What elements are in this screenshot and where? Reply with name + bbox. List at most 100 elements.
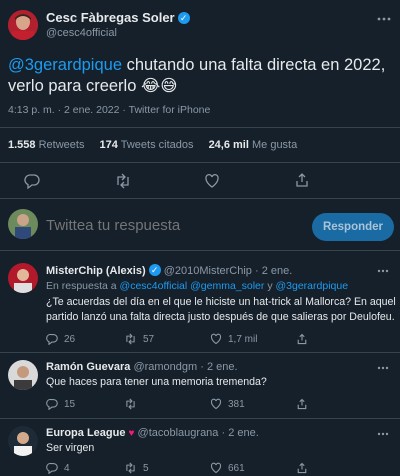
reply-reply-action[interactable]: 15 bbox=[46, 398, 124, 410]
reply-retweet-action[interactable]: 57 bbox=[124, 333, 210, 345]
reply-icon bbox=[46, 462, 58, 474]
reply-date[interactable]: · 2 ene. bbox=[200, 361, 237, 373]
tweet-text-line2: verlo para creerlo 😂😅 bbox=[8, 77, 178, 95]
reply-text: ¿Te acuerdas del día en el que le hicist… bbox=[46, 295, 398, 325]
author-handle[interactable]: @cesc4official bbox=[46, 27, 117, 39]
reply-like-action[interactable]: 1,7 mil bbox=[210, 333, 296, 345]
reply-text-line2: partido lanzó una falta directa justo de… bbox=[46, 311, 395, 323]
more-options-icon[interactable] bbox=[377, 362, 389, 374]
divider bbox=[0, 418, 400, 419]
divider bbox=[0, 250, 400, 251]
reply-text: Que haces para tener una memoria tremend… bbox=[46, 376, 267, 388]
author-name-text[interactable]: Cesc Fàbregas Soler bbox=[46, 10, 175, 25]
like-count: 1,7 mil bbox=[228, 333, 258, 345]
more-options-icon[interactable] bbox=[377, 12, 391, 26]
reply-author-handle[interactable]: @ramondgm bbox=[133, 361, 197, 373]
like-count: 381 bbox=[228, 398, 245, 410]
share-icon[interactable] bbox=[294, 172, 310, 188]
reply-to-line: En respuesta a @cesc4official @gemma_sol… bbox=[46, 280, 348, 292]
reply-retweet-action[interactable] bbox=[124, 398, 210, 410]
retweet-count: 5 bbox=[143, 462, 149, 474]
reply-like-action[interactable]: 381 bbox=[210, 398, 296, 410]
retweets-count: 1.558 bbox=[8, 139, 36, 151]
like-icon bbox=[210, 398, 222, 410]
reply-share-action[interactable] bbox=[296, 462, 308, 474]
more-options-icon[interactable] bbox=[377, 428, 389, 440]
reply-reply-action[interactable]: 26 bbox=[46, 333, 124, 345]
reply-text-line1: ¿Te acuerdas del día en el que le hicist… bbox=[46, 296, 396, 308]
reply-author-name[interactable]: Ramón Guevara bbox=[46, 361, 130, 373]
verified-icon: ✓ bbox=[177, 12, 190, 24]
likes-stat[interactable]: 24,6 mil Me gusta bbox=[209, 139, 298, 151]
like-icon bbox=[210, 333, 222, 345]
reply-header: Europa League ♥ @tacoblaugrana · 2 ene. bbox=[46, 427, 259, 439]
quotes-count: 174 bbox=[99, 139, 118, 151]
reply-count: 4 bbox=[64, 462, 70, 474]
reply-author-handle[interactable]: @2010MisterChip bbox=[164, 265, 252, 277]
reply-icon[interactable] bbox=[24, 173, 40, 189]
verified-icon: ✓ bbox=[148, 264, 161, 276]
reply-date[interactable]: · 2 ene. bbox=[255, 265, 292, 277]
reply-to-last[interactable]: @3gerardpique bbox=[276, 280, 349, 292]
reply-actions: 15 381 bbox=[46, 395, 386, 413]
share-icon bbox=[297, 333, 307, 345]
reply-avatar[interactable] bbox=[8, 263, 38, 293]
reply-share-action[interactable] bbox=[296, 333, 308, 345]
author-name[interactable]: Cesc Fàbregas Soler ✓ bbox=[46, 10, 190, 25]
user-avatar[interactable] bbox=[8, 209, 38, 239]
more-options-icon[interactable] bbox=[377, 265, 389, 277]
retweet-count: 57 bbox=[143, 333, 155, 345]
share-icon bbox=[297, 398, 307, 410]
reply-header: Ramón Guevara @ramondgm · 2 ene. bbox=[46, 361, 238, 373]
retweet-icon bbox=[126, 398, 135, 410]
reply-author-handle[interactable]: @tacoblaugrana bbox=[138, 427, 219, 439]
heart-emoji-icon: ♥ bbox=[128, 428, 135, 439]
divider bbox=[0, 352, 400, 353]
reply-text: Ser virgen bbox=[46, 442, 95, 454]
likes-count: 24,6 mil bbox=[208, 139, 249, 151]
retweet-icon bbox=[126, 333, 135, 345]
reply-author-name[interactable]: MisterChip (Alexis) bbox=[46, 265, 146, 277]
reply-avatar[interactable] bbox=[8, 426, 38, 456]
like-icon[interactable] bbox=[204, 173, 220, 189]
like-count: 661 bbox=[228, 462, 245, 474]
likes-label: Me gusta bbox=[251, 139, 298, 151]
divider bbox=[0, 127, 400, 128]
retweets-label: Retweets bbox=[38, 139, 85, 151]
share-icon bbox=[297, 462, 307, 474]
reply-icon bbox=[46, 398, 58, 410]
reply-date[interactable]: · 2 ene. bbox=[221, 427, 258, 439]
tweet-text-line1: chutando una falta directa en 2022, bbox=[122, 56, 386, 74]
reply-retweet-action[interactable]: 5 bbox=[124, 462, 210, 474]
tweet-text: @3gerardpique chutando una falta directa… bbox=[8, 55, 398, 97]
divider bbox=[0, 162, 400, 163]
reply-share-action[interactable] bbox=[296, 398, 308, 410]
reply-header: MisterChip (Alexis) ✓ @2010MisterChip · 2… bbox=[46, 264, 292, 277]
reply-like-action[interactable]: 661 bbox=[210, 462, 296, 474]
reply-to-handles[interactable]: @cesc4official @gemma_soler bbox=[120, 280, 265, 292]
retweets-stat[interactable]: 1.558 Retweets bbox=[8, 139, 84, 151]
reply-avatar[interactable] bbox=[8, 360, 38, 390]
reply-button[interactable]: Responder bbox=[312, 213, 394, 241]
reply-icon bbox=[46, 333, 58, 345]
retweet-icon bbox=[126, 462, 135, 474]
quotes-label: Tweets citados bbox=[120, 139, 194, 151]
reply-to-prefix: En respuesta a bbox=[46, 280, 120, 292]
stats-row: 1.558 Retweets 174 Tweets citados 24,6 m… bbox=[8, 139, 297, 151]
quotes-stat[interactable]: 174 Tweets citados bbox=[100, 139, 194, 151]
reply-count: 26 bbox=[64, 333, 76, 345]
tweet-timestamp[interactable]: 4:13 p. m. · 2 ene. 2022 · Twitter for i… bbox=[8, 104, 210, 116]
reply-reply-action[interactable]: 4 bbox=[46, 462, 124, 474]
reply-author-name[interactable]: Europa League bbox=[46, 427, 125, 439]
tweet-mention[interactable]: @3gerardpique bbox=[8, 56, 122, 74]
reply-count: 15 bbox=[64, 398, 76, 410]
retweet-icon[interactable] bbox=[114, 173, 132, 189]
author-avatar[interactable] bbox=[8, 10, 38, 40]
reply-button-label: Responder bbox=[322, 221, 384, 233]
reply-to-and: y bbox=[264, 280, 276, 292]
like-icon bbox=[210, 462, 222, 474]
reply-actions: 4 5 661 bbox=[46, 459, 386, 476]
reply-actions: 26 57 1,7 mil bbox=[46, 330, 386, 348]
reply-input[interactable] bbox=[46, 215, 296, 235]
divider bbox=[0, 198, 400, 199]
